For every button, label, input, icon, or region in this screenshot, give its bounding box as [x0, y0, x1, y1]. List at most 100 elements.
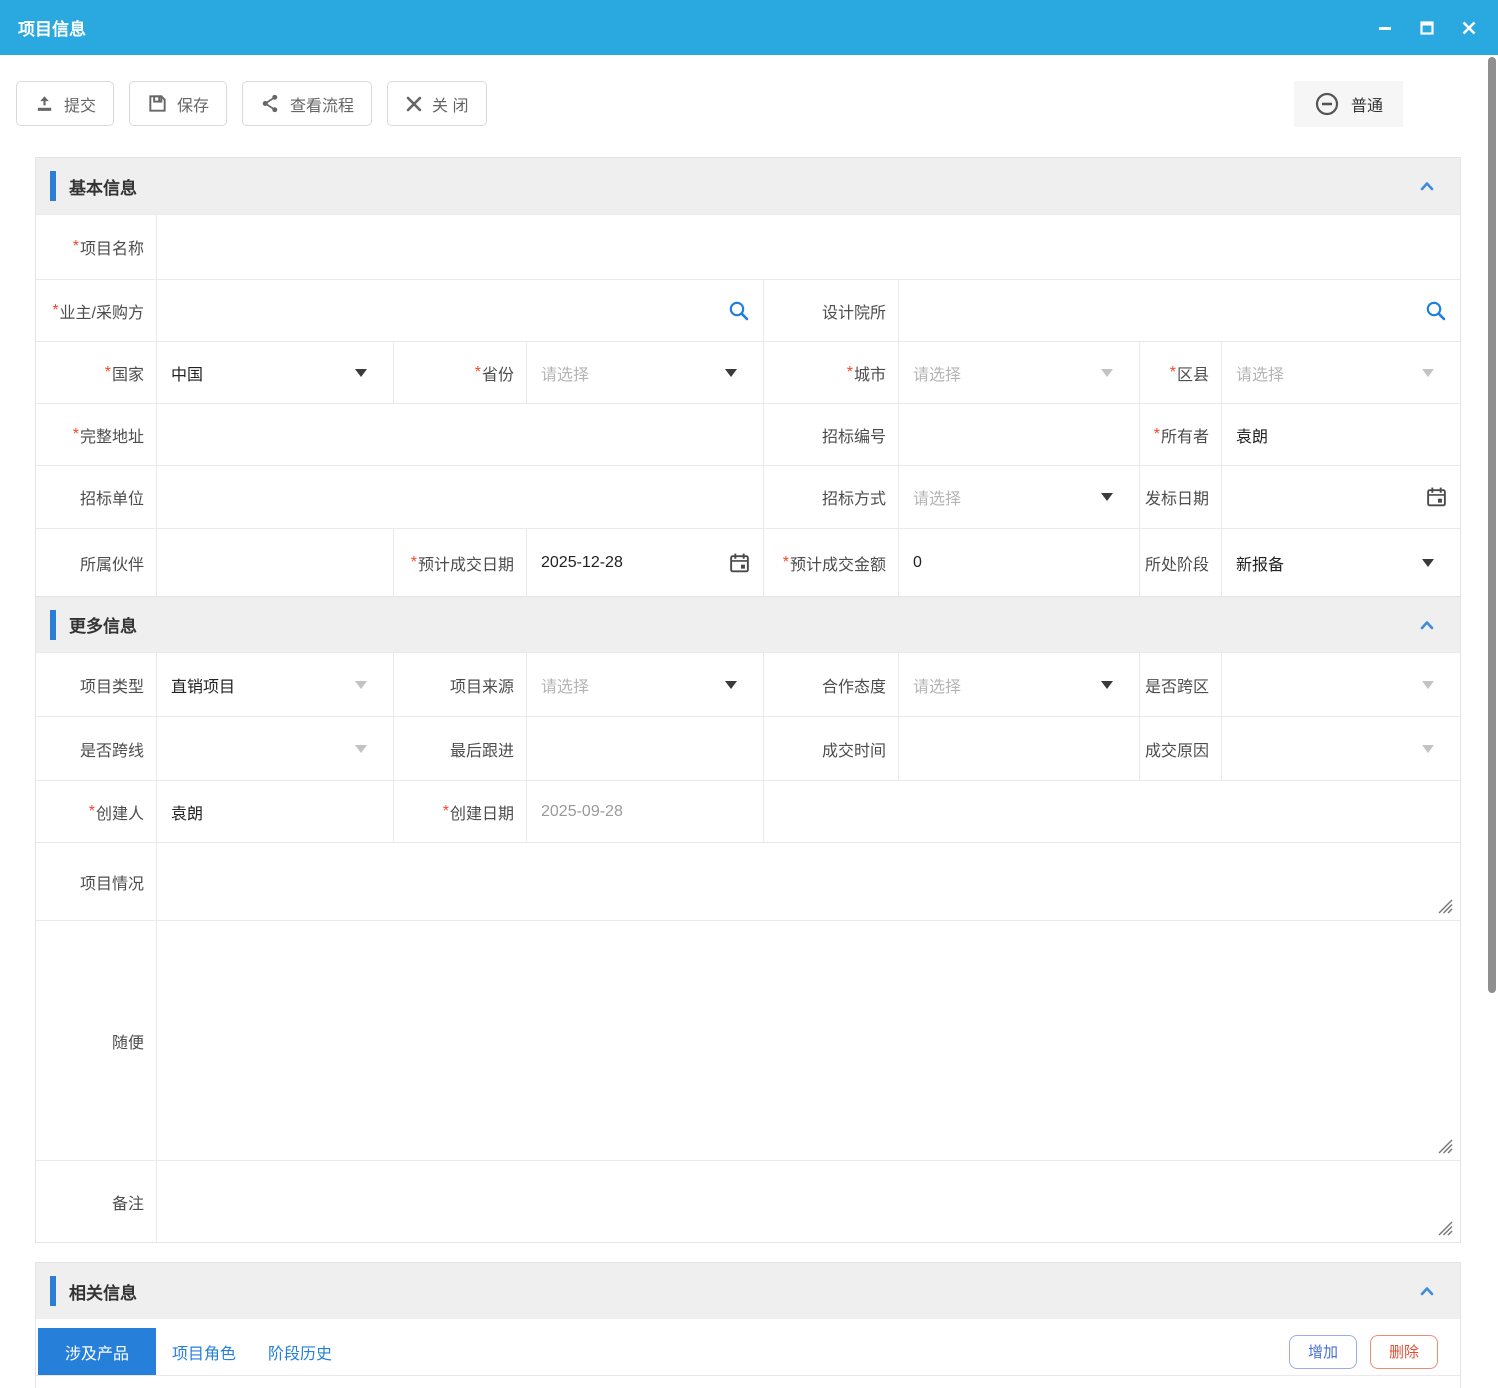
province-label: * 省份	[393, 342, 526, 403]
dropdown-arrow-icon[interactable]	[1422, 368, 1434, 377]
dropdown-arrow-icon[interactable]	[1101, 368, 1113, 377]
dropdown-arrow-icon[interactable]	[1422, 558, 1434, 567]
resize-handle-icon[interactable]	[1436, 1137, 1453, 1154]
circle-minus-icon	[1315, 92, 1339, 115]
dropdown-arrow-icon[interactable]	[725, 368, 737, 377]
dropdown-arrow-icon[interactable]	[355, 368, 367, 377]
expected-deal-date-input[interactable]: 2025-12-28	[526, 529, 763, 596]
creator-row-spacer	[763, 781, 1460, 842]
view-flow-button[interactable]: 查看流程	[242, 81, 373, 126]
last-follow-up-input[interactable]	[526, 717, 763, 780]
save-icon	[149, 95, 166, 112]
bidding-method-select[interactable]: 请选择	[898, 466, 1139, 528]
city-label: * 城市	[763, 342, 898, 403]
add-button[interactable]: 增加	[1288, 1334, 1357, 1369]
titlebar: 项目信息	[0, 0, 1498, 55]
maximize-button[interactable]	[1418, 19, 1436, 37]
chevron-up-icon	[1420, 182, 1434, 191]
bid-number-input[interactable]	[898, 404, 1139, 465]
search-icon	[729, 301, 749, 320]
dropdown-arrow-icon[interactable]	[1101, 680, 1113, 689]
cross-region-label: 是否跨区	[1139, 653, 1221, 716]
tab-actions: 增加 删除	[1288, 1334, 1438, 1369]
country-select[interactable]: 中国	[156, 342, 393, 403]
project-source-select[interactable]: 请选择	[526, 653, 763, 716]
collapse-related-button[interactable]	[1418, 1283, 1436, 1299]
dropdown-arrow-icon[interactable]	[355, 744, 367, 753]
main-form-panel: 基本信息 * 项目名称 * 业主/采购方 设计院所 * 国家 中国 * 省份 请…	[35, 157, 1461, 1243]
deal-reason-select[interactable]	[1221, 717, 1460, 780]
dropdown-arrow-icon[interactable]	[1422, 744, 1434, 753]
submit-label: 提交	[64, 97, 97, 115]
remarks-textarea[interactable]	[156, 1161, 1460, 1242]
cooperation-attitude-select[interactable]: 请选择	[898, 653, 1139, 716]
deal-time-input[interactable]	[898, 717, 1139, 780]
section-title-related: 相关信息	[69, 1283, 137, 1303]
full-address-input[interactable]	[156, 404, 763, 465]
section-title-basic: 基本信息	[69, 178, 137, 198]
create-date-input[interactable]: 2025-09-28	[526, 781, 763, 842]
dropdown-arrow-icon[interactable]	[725, 680, 737, 689]
save-button[interactable]: 保存	[129, 81, 228, 126]
row-bidding: 招标单位 招标方式 请选择 发标日期	[36, 465, 1460, 528]
project-name-label: * 项目名称	[72, 238, 144, 258]
city-select[interactable]: 请选择	[898, 342, 1139, 403]
casual-textarea[interactable]	[156, 921, 1460, 1160]
share-icon	[262, 94, 278, 113]
priority-mode-button[interactable]: 普通	[1293, 80, 1403, 127]
design-institute-input[interactable]	[898, 280, 1460, 341]
minimize-button[interactable]	[1376, 19, 1394, 37]
dropdown-arrow-icon[interactable]	[1422, 680, 1434, 689]
tab-involved-products[interactable]: 涉及产品	[38, 1328, 156, 1375]
section-accent-bar	[50, 609, 56, 640]
current-stage-select[interactable]: 新报备	[1221, 529, 1460, 596]
row-casual: 随便	[36, 920, 1460, 1160]
partner-input[interactable]	[156, 529, 393, 596]
vertical-scrollbar[interactable]	[1488, 57, 1496, 993]
district-select[interactable]: 请选择	[1221, 342, 1460, 403]
chevron-up-icon	[1420, 620, 1434, 629]
expected-deal-amount-input[interactable]: 0	[898, 529, 1139, 596]
collapse-more-button[interactable]	[1418, 617, 1436, 633]
cooperation-attitude-label: 合作态度	[763, 653, 898, 716]
tab-project-roles[interactable]: 项目角色	[156, 1328, 252, 1375]
cross-line-select[interactable]	[156, 717, 393, 780]
close-x-icon	[406, 96, 422, 111]
casual-label: 随便	[111, 1034, 144, 1052]
section-title-more: 更多信息	[69, 617, 137, 636]
province-select[interactable]: 请选择	[526, 342, 763, 403]
tab-stage-history[interactable]: 阶段历史	[252, 1328, 348, 1375]
close-label: 关 闭	[432, 97, 469, 115]
related-info-panel: 相关信息 涉及产品 项目角色 阶段历史 增加 删除	[35, 1262, 1461, 1388]
owner-input[interactable]: 袁朗	[1221, 404, 1460, 465]
project-name-input[interactable]	[156, 215, 1460, 279]
creator-input[interactable]: 袁朗	[156, 781, 393, 842]
row-type-source: 项目类型 直销项目 项目来源 请选择 合作态度 请选择 是否跨区	[36, 652, 1460, 716]
close-button[interactable]: 关 闭	[387, 81, 487, 126]
owner-buyer-lookup[interactable]	[727, 299, 751, 323]
cross-region-select[interactable]	[1221, 653, 1460, 716]
project-situation-label: 项目情况	[79, 875, 144, 893]
close-window-button[interactable]	[1460, 19, 1478, 37]
section-header-more: 更多信息	[36, 596, 1460, 652]
expected-deal-amount-label: * 预计成交金额	[763, 529, 898, 596]
view-flow-label: 查看流程	[290, 97, 355, 115]
delete-button[interactable]: 删除	[1369, 1334, 1438, 1369]
resize-handle-icon[interactable]	[1436, 897, 1453, 914]
bidding-unit-input[interactable]	[156, 466, 763, 528]
collapse-basic-button[interactable]	[1418, 178, 1436, 194]
expected-deal-date-picker[interactable]	[728, 551, 751, 574]
project-info-dialog: 项目信息 提交 保存 查看流程 关 闭 普通 基本信息 * 项目名称 * 业主/…	[0, 0, 1498, 1388]
resize-handle-icon[interactable]	[1436, 1219, 1453, 1236]
issue-date-picker[interactable]	[1425, 486, 1448, 509]
owner-buyer-input[interactable]	[156, 280, 763, 341]
submit-button[interactable]: 提交	[16, 81, 115, 126]
dropdown-arrow-icon[interactable]	[1101, 493, 1113, 501]
project-situation-textarea[interactable]	[156, 843, 1460, 920]
remarks-label: 备注	[111, 1195, 144, 1213]
project-type-select[interactable]: 直销项目	[156, 653, 393, 716]
design-institute-lookup[interactable]	[1424, 299, 1448, 323]
chevron-up-icon	[1420, 1287, 1434, 1296]
dropdown-arrow-icon[interactable]	[355, 680, 367, 689]
issue-date-input[interactable]	[1221, 466, 1460, 528]
